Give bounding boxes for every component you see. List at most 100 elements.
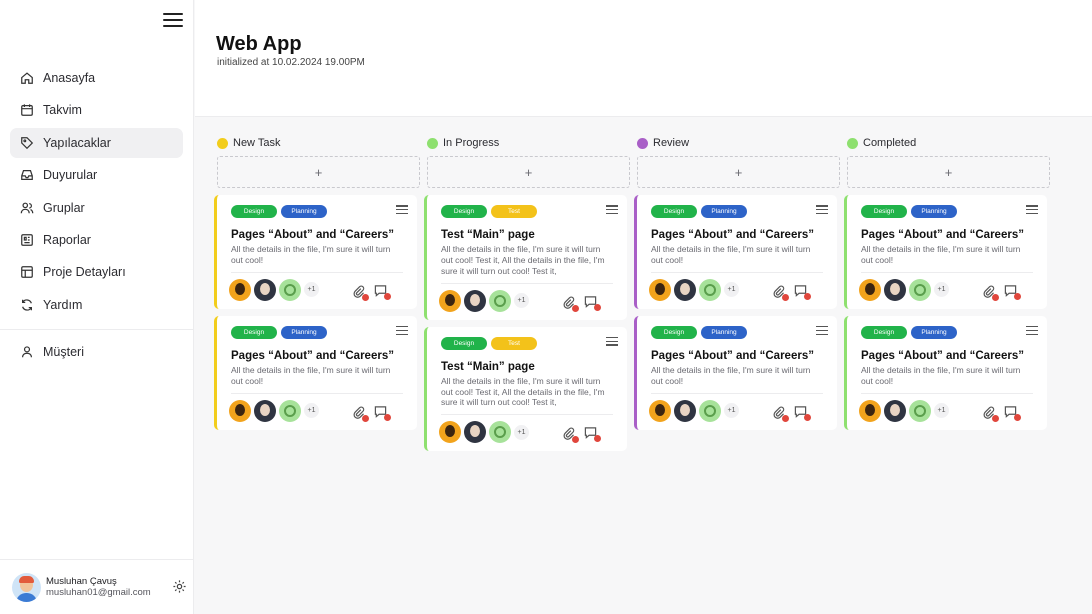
task-card[interactable]: Design Planning Pages “About” and “Career… — [214, 195, 417, 309]
card-menu-icon[interactable] — [396, 325, 408, 336]
task-card[interactable]: Design Planning Pages “About” and “Career… — [634, 315, 837, 430]
sidebar-item-takvim[interactable]: Takvim — [10, 95, 183, 125]
attachment-icon[interactable] — [772, 405, 789, 422]
sidebar-item-yardim[interactable]: Yardım — [10, 290, 183, 320]
notification-dot — [782, 414, 789, 422]
tag-planning: Planning — [701, 325, 747, 339]
card-list: Design Planning Pages “About” and “Career… — [214, 195, 419, 437]
task-card[interactable]: Design Test Test “Main” page All the deta… — [424, 195, 627, 320]
column-status-dot — [847, 137, 858, 149]
avatar — [254, 278, 276, 301]
assignee-avatars[interactable]: +1 — [649, 278, 739, 301]
card-menu-icon[interactable] — [396, 205, 408, 215]
extra-assignees-count: +1 — [934, 403, 949, 418]
tag-design: Design — [231, 205, 277, 218]
card-menu-icon[interactable] — [1026, 325, 1038, 336]
comment-icon[interactable] — [374, 284, 391, 300]
attachment-icon[interactable] — [562, 426, 579, 444]
card-title: Pages “About” and “Careers” — [861, 229, 1024, 241]
add-task-button[interactable]: + — [847, 156, 1050, 188]
inbox-icon — [21, 170, 33, 181]
assignee-avatars[interactable]: +1 — [859, 399, 949, 422]
card-description: All the details in the file, I'm sure it… — [651, 364, 811, 386]
card-menu-icon[interactable] — [816, 325, 828, 336]
card-title: Pages “About” and “Careers” — [231, 229, 394, 241]
card-tags: Design Test — [441, 336, 613, 350]
column-title: New Task — [233, 137, 281, 149]
comment-icon[interactable] — [794, 405, 811, 421]
sidebar-item-gruplar[interactable]: Gruplar — [10, 193, 183, 223]
assignee-avatars[interactable]: +1 — [859, 278, 949, 301]
column-status-dot — [217, 137, 228, 149]
avatar — [674, 399, 696, 422]
sidebar-item-yapilacaklar[interactable]: Yapılacaklar — [10, 127, 183, 158]
avatar — [884, 278, 906, 301]
avatar — [279, 399, 301, 422]
card-description: All the details in the file, I'm sure it… — [651, 244, 811, 265]
comment-icon[interactable] — [584, 426, 601, 443]
tag-planning: Planning — [281, 205, 327, 218]
task-card[interactable]: Design Planning Pages “About” and “Career… — [844, 315, 1047, 430]
column-in-progress: In Progress + Design Test Test “Main” pag… — [424, 136, 632, 452]
tag-design: Design — [651, 325, 697, 339]
attachment-icon[interactable] — [982, 405, 999, 422]
card-menu-icon[interactable] — [606, 205, 618, 215]
profile-name: Musluhan Çavuş — [46, 575, 117, 587]
avatar — [859, 278, 881, 301]
sidebar-item-raporlar[interactable]: Raporlar — [10, 225, 183, 255]
comment-icon[interactable] — [1004, 405, 1021, 421]
avatar — [489, 421, 511, 444]
user-profile[interactable]: Musluhan Çavuş musluhan01@gmail.com — [12, 572, 187, 602]
task-card[interactable]: Design Test Test “Main” page All the deta… — [424, 326, 627, 452]
comment-icon[interactable] — [374, 405, 391, 421]
card-footer: +1 — [439, 415, 613, 451]
sidebar-item-label: Duyurular — [43, 168, 98, 183]
notification-dot — [1014, 292, 1021, 300]
column-status-dot — [427, 137, 438, 149]
sidebar-item-proje-detaylari[interactable]: Proje Detayları — [10, 257, 183, 287]
card-footer: +1 — [649, 394, 823, 430]
tag-icon — [21, 136, 34, 149]
comment-icon[interactable] — [584, 295, 601, 311]
menu-toggle-icon[interactable] — [163, 13, 183, 27]
task-card[interactable]: Design Planning Pages “About” and “Career… — [214, 315, 417, 430]
card-menu-icon[interactable] — [816, 205, 828, 215]
attachment-icon[interactable] — [352, 284, 369, 301]
tag-test: Test — [491, 205, 537, 218]
column-header: Completed — [847, 136, 1052, 150]
comment-icon[interactable] — [794, 284, 811, 300]
card-menu-icon[interactable] — [1026, 205, 1038, 215]
profile-email: musluhan01@gmail.com — [46, 587, 151, 598]
user-icon — [22, 346, 32, 358]
assignee-avatars[interactable]: +1 — [439, 289, 529, 312]
card-tags: Design Planning — [861, 205, 1033, 218]
card-menu-icon[interactable] — [606, 336, 618, 346]
add-task-button[interactable]: + — [637, 156, 840, 188]
column-completed: Completed + Design Planning Pages “About”… — [844, 136, 1052, 430]
attachment-icon[interactable] — [562, 295, 579, 312]
assignee-avatars[interactable]: +1 — [439, 421, 529, 444]
attachment-icon[interactable] — [772, 284, 789, 301]
task-card[interactable]: Design Planning Pages “About” and “Career… — [634, 195, 837, 309]
task-card[interactable]: Design Planning Pages “About” and “Career… — [844, 195, 1047, 309]
add-task-button[interactable]: + — [217, 156, 420, 188]
assignee-avatars[interactable]: +1 — [229, 399, 319, 422]
avatar — [909, 278, 931, 301]
attachment-icon[interactable] — [352, 405, 369, 422]
attachment-icon[interactable] — [982, 284, 999, 301]
card-list: Design Planning Pages “About” and “Career… — [634, 195, 839, 437]
extra-assignees-count: +1 — [724, 403, 739, 418]
sidebar-item-duyurular[interactable]: Duyurular — [10, 160, 183, 190]
assignee-avatars[interactable]: +1 — [229, 278, 319, 301]
sidebar-divider — [0, 329, 193, 330]
gear-icon[interactable] — [172, 579, 187, 594]
card-tags: Design Planning — [651, 325, 823, 339]
comment-icon[interactable] — [1004, 284, 1021, 300]
notification-dot — [804, 413, 811, 421]
assignee-avatars[interactable]: +1 — [649, 399, 739, 422]
sidebar-item-musteri[interactable]: Müşteri — [10, 337, 183, 367]
card-footer: +1 — [859, 273, 1033, 309]
report-icon — [21, 234, 33, 246]
sidebar-item-anasayfa[interactable]: Anasayfa — [10, 63, 183, 93]
add-task-button[interactable]: + — [427, 156, 630, 188]
